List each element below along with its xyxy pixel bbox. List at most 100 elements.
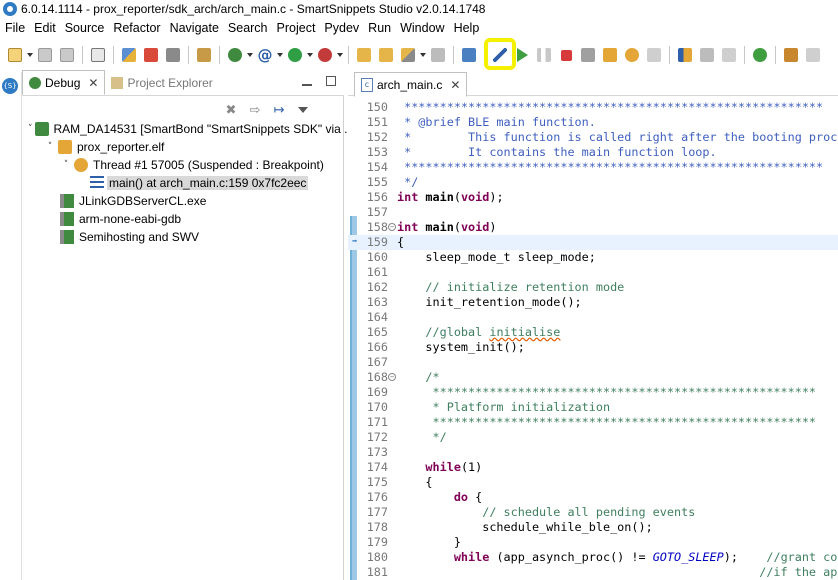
code-line[interactable]: 151 * @brief BLE main function.: [348, 115, 838, 130]
code-line[interactable]: 180 while (app_asynch_proc() != GOTO_SLE…: [348, 550, 838, 565]
external-tools-button[interactable]: [314, 44, 336, 66]
tree-item-process[interactable]: arm-none-eabi-gdb: [22, 210, 344, 228]
edit-tool-button[interactable]: [118, 44, 140, 66]
code-line[interactable]: 176 do {: [348, 490, 838, 505]
run-dropdown[interactable]: [306, 44, 314, 66]
debug-dropdown[interactable]: [246, 44, 254, 66]
new-button[interactable]: [4, 44, 26, 66]
tree-item-process[interactable]: Semihosting and SWV: [22, 228, 344, 246]
collapse-button[interactable]: ⇨: [246, 101, 264, 119]
code-line[interactable]: 162 // initialize retention mode: [348, 280, 838, 295]
code-line[interactable]: 172 */: [348, 430, 838, 445]
code-line[interactable]: 173: [348, 445, 838, 460]
external-tools-dropdown[interactable]: [336, 44, 344, 66]
tool-dropdown[interactable]: [419, 44, 427, 66]
config-button[interactable]: [162, 44, 184, 66]
close-icon[interactable]: ✕: [450, 78, 460, 92]
code-line[interactable]: 170 * Platform initialization: [348, 400, 838, 415]
code-line[interactable]: 154 ************************************…: [348, 160, 838, 175]
maximize-icon[interactable]: [326, 76, 336, 86]
tree-item-launch[interactable]: ˅ RAM_DA14531 [SmartBond "SmartSnippets …: [22, 120, 354, 138]
console-button[interactable]: [458, 44, 480, 66]
menu-help[interactable]: Help: [452, 21, 487, 35]
drop-to-frame-button[interactable]: [696, 44, 718, 66]
menu-run[interactable]: Run: [366, 21, 398, 35]
resume-button[interactable]: [511, 44, 533, 66]
code-line[interactable]: 179 }: [348, 535, 838, 550]
menu-edit[interactable]: Edit: [32, 21, 63, 35]
close-icon[interactable]: ✕: [88, 76, 98, 90]
code-line[interactable]: 153 * It contains the main function loop…: [348, 145, 838, 160]
at-dropdown[interactable]: [276, 44, 284, 66]
smartsnippets-perspective-icon[interactable]: {S}: [2, 78, 18, 94]
minimize-icon[interactable]: [302, 76, 312, 86]
erase-button[interactable]: [140, 44, 162, 66]
code-line[interactable]: 181 //if the ap: [348, 565, 838, 580]
run-button[interactable]: [284, 44, 306, 66]
code-line[interactable]: 152 * This function is called right afte…: [348, 130, 838, 145]
terminate-button[interactable]: [555, 44, 577, 66]
code-line[interactable]: 164: [348, 310, 838, 325]
remove-terminated-button[interactable]: ✖: [222, 101, 240, 119]
save-all-button[interactable]: [56, 44, 78, 66]
menu-source[interactable]: Source: [63, 21, 112, 35]
menu-project[interactable]: Project: [275, 21, 323, 35]
at-button[interactable]: @: [254, 44, 276, 66]
tab-debug[interactable]: Debug ✕: [22, 70, 106, 95]
step-over-button[interactable]: [621, 44, 643, 66]
fold-toggle-icon[interactable]: −: [388, 373, 396, 381]
tree-item-stack-frame[interactable]: main() at arch_main.c:159 0x7fc2eec: [22, 174, 344, 192]
debug-button[interactable]: [224, 44, 246, 66]
code-line[interactable]: 177 // schedule all pending events: [348, 505, 838, 520]
code-line[interactable]: 168− /*: [348, 370, 838, 385]
tree-item-process[interactable]: JLinkGDBServerCL.exe: [22, 192, 344, 210]
code-line[interactable]: 156 int main(void);: [348, 190, 838, 205]
menu-pydev[interactable]: Pydev: [322, 21, 366, 35]
pen-button[interactable]: [802, 44, 824, 66]
code-line[interactable]: 155 */: [348, 175, 838, 190]
menu-file[interactable]: File: [3, 21, 32, 35]
use-step-filters-button[interactable]: [718, 44, 740, 66]
save-button[interactable]: [34, 44, 56, 66]
tree-item-elf[interactable]: ˅ prox_reporter.elf: [22, 138, 344, 156]
fold-toggle-icon[interactable]: −: [388, 223, 396, 231]
tab-project-explorer[interactable]: Project Explorer: [105, 71, 218, 95]
open-project-button[interactable]: [375, 44, 397, 66]
code-line[interactable]: 178 schedule_while_ble_on();: [348, 520, 838, 535]
view-menu-button[interactable]: [294, 101, 312, 119]
tree-item-thread[interactable]: ˅ Thread #1 57005 (Suspended : Breakpoin…: [22, 156, 344, 174]
nav-button[interactable]: [427, 44, 449, 66]
tab-arch-main[interactable]: c arch_main.c ✕: [354, 72, 468, 97]
new-dropdown[interactable]: [26, 44, 34, 66]
step-return-button[interactable]: [643, 44, 665, 66]
instruction-stepping-button[interactable]: [674, 44, 696, 66]
code-line[interactable]: 167: [348, 355, 838, 370]
menu-navigate[interactable]: Navigate: [168, 21, 226, 35]
code-line[interactable]: 150 ************************************…: [348, 100, 838, 115]
build-button[interactable]: [87, 44, 109, 66]
open-folder-button[interactable]: [353, 44, 375, 66]
code-line[interactable]: 166 system_init();: [348, 340, 838, 355]
code-line[interactable]: 169 ************************************…: [348, 385, 838, 400]
instruction-step-toggle[interactable]: ↦: [270, 101, 288, 119]
code-line[interactable]: 175 {: [348, 475, 838, 490]
suspend-button[interactable]: [533, 44, 555, 66]
menu-search[interactable]: Search: [226, 21, 275, 35]
skip-breakpoints-button[interactable]: [489, 44, 511, 66]
restart-button[interactable]: [749, 44, 771, 66]
code-area[interactable]: 150 ************************************…: [348, 98, 838, 580]
code-line[interactable]: ➡ 159 {: [348, 235, 838, 250]
code-line[interactable]: 161: [348, 265, 838, 280]
code-line[interactable]: 158− int main(void): [348, 220, 838, 235]
menu-refactor[interactable]: Refactor: [111, 21, 167, 35]
cube-button[interactable]: [780, 44, 802, 66]
code-line[interactable]: 165 //global initialise: [348, 325, 838, 340]
tool-button[interactable]: [397, 44, 419, 66]
disconnect-button[interactable]: [577, 44, 599, 66]
code-line[interactable]: 174 while(1): [348, 460, 838, 475]
chevron-down-icon[interactable]: ˅: [44, 141, 56, 153]
menu-window[interactable]: Window: [398, 21, 451, 35]
package-button[interactable]: [193, 44, 215, 66]
code-line[interactable]: 157: [348, 205, 838, 220]
code-line[interactable]: 171 ************************************…: [348, 415, 838, 430]
